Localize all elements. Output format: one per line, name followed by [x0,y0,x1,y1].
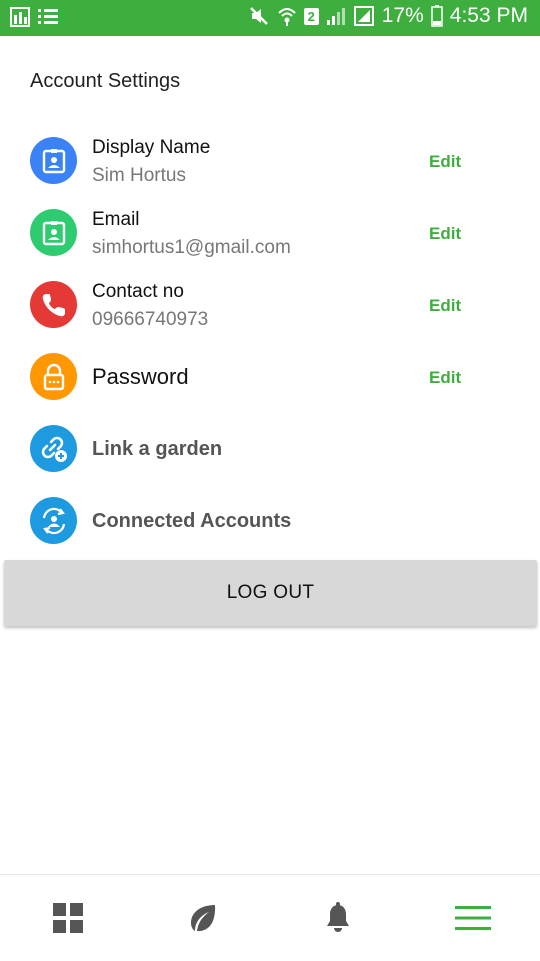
display-name-value: Sim Hortus [92,165,186,186]
email-label: Email [92,209,140,230]
dashboard-icon [52,903,83,933]
setting-row-password: Password Edit [0,342,540,412]
logout-button[interactable]: LOG OUT [4,560,537,626]
link-add-icon [41,436,67,462]
status-left [10,7,58,32]
status-bar: 2 17% 4:53 PM [0,0,540,36]
status-right: 2 17% 4:53 PM [248,4,528,28]
link-garden-icon-circle [30,425,77,472]
password-label: Password [92,364,189,389]
link-garden-label: Link a garden [92,438,223,460]
email-icon-circle [30,209,77,256]
display-name-icon-circle [30,137,77,184]
edit-contact-no-button[interactable]: Edit [429,296,461,316]
contact-icon-circle [30,281,77,328]
display-name-label: Display Name [92,137,211,158]
connected-accounts-icon-circle [30,497,77,544]
nav-menu[interactable] [405,875,540,961]
edit-password-button[interactable]: Edit [429,368,461,388]
nav-notifications[interactable] [270,875,405,961]
app-icon [10,7,30,32]
contact-no-label: Contact no [92,281,184,302]
edit-email-button[interactable]: Edit [429,224,461,244]
screenshot-icon [353,5,375,27]
signal-icon [326,6,346,26]
battery-icon [431,5,443,27]
contact-card-icon [42,220,65,245]
lock-icon [43,363,64,390]
leaf-icon [190,905,215,932]
link-garden-row[interactable]: Link a garden [0,414,540,484]
connected-accounts-row[interactable]: Connected Accounts [0,486,540,556]
password-icon-circle [30,353,77,400]
connected-accounts-label: Connected Accounts [92,510,292,532]
contact-card-icon [42,148,65,173]
wifi-icon [277,5,297,27]
clock: 4:53 PM [449,4,528,27]
mute-icon [248,5,270,27]
connected-accounts-icon [42,507,65,534]
page-title: Account Settings [30,70,181,92]
bottom-nav [0,874,540,961]
nav-dashboard[interactable] [0,875,135,961]
contact-no-value: 09666740973 [92,309,209,330]
sim-badge: 2 [303,7,319,25]
menu-icon [454,906,491,930]
setting-row-display-name: Display Name Sim Hortus Edit [0,126,540,196]
edit-display-name-button[interactable]: Edit [429,152,461,172]
nav-garden[interactable] [135,875,270,961]
list-icon [38,8,58,31]
setting-row-contact-no: Contact no 09666740973 Edit [0,270,540,340]
battery-percent: 17% [381,4,424,27]
setting-row-email: Email simhortus1@gmail.com Edit [0,198,540,268]
bell-icon [326,902,349,932]
phone-icon [42,293,65,316]
email-value: simhortus1@gmail.com [92,237,291,258]
